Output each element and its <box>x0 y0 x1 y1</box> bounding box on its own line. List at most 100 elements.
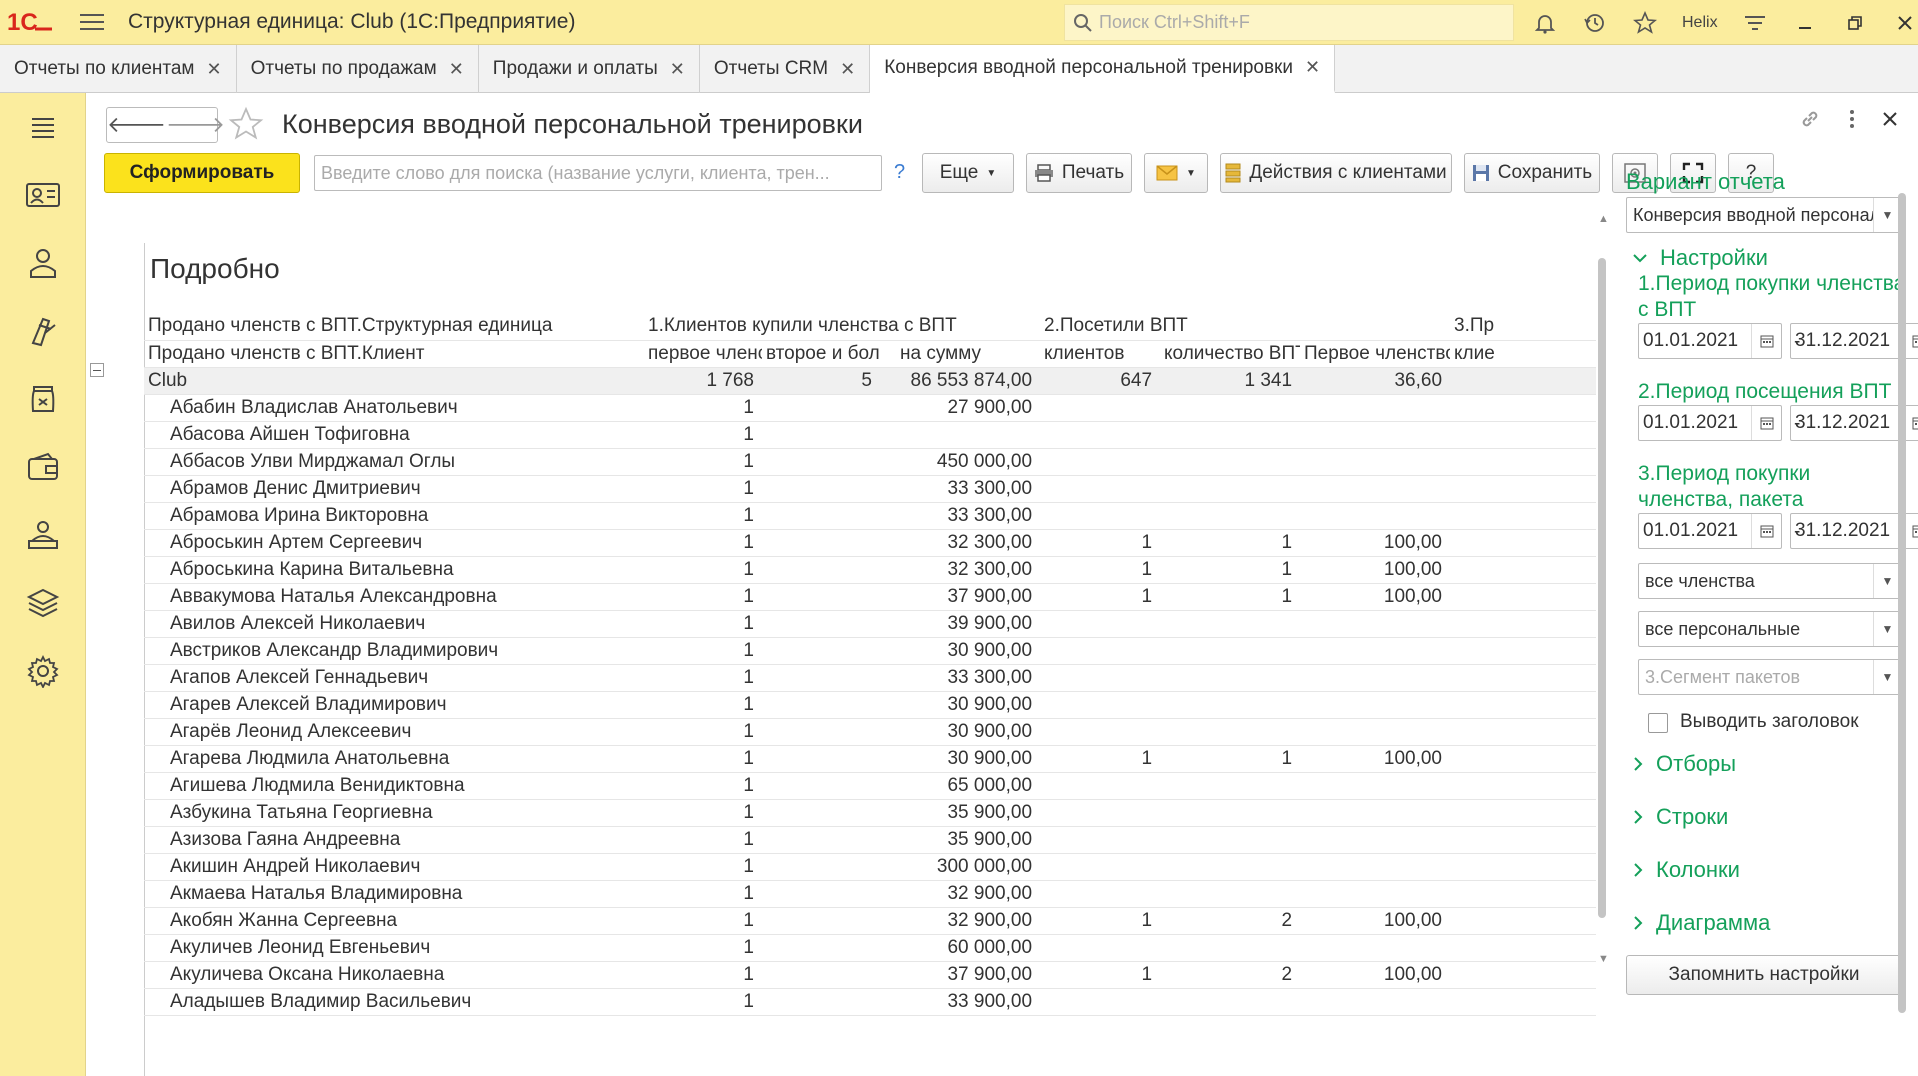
filters-expander[interactable]: Отборы <box>1632 751 1736 777</box>
email-button[interactable]: ▼ <box>1144 153 1208 193</box>
history-icon[interactable] <box>1570 0 1620 45</box>
table-row[interactable]: Азизова Гаяна Андреевна 1 35 900,00 <box>144 826 1596 854</box>
table-row[interactable]: Австриков Александр Владимирович 1 30 900,… <box>144 637 1596 665</box>
period1-from-input[interactable]: 01.01.2021 <box>1638 323 1782 359</box>
global-search-input[interactable]: Поиск Ctrl+Shift+F <box>1064 4 1514 41</box>
sidebar-item-sales[interactable] <box>0 365 86 433</box>
close-icon[interactable]: ✕ <box>207 59 222 80</box>
settings-expander[interactable]: Настройки <box>1632 245 1768 271</box>
generate-report-button[interactable]: Сформировать <box>104 153 300 193</box>
close-icon[interactable]: ✕ <box>840 59 855 80</box>
sidebar-item-staff[interactable] <box>0 229 86 297</box>
period2-from-input[interactable]: 01.01.2021 <box>1638 405 1782 441</box>
scroll-down-icon[interactable]: ▼ <box>1598 953 1609 965</box>
close-window-icon[interactable] <box>1880 0 1918 45</box>
minimize-icon[interactable] <box>1780 0 1830 45</box>
favorites-star-icon[interactable] <box>1620 0 1670 45</box>
restore-icon[interactable] <box>1830 0 1880 45</box>
remember-settings-button[interactable]: Запомнить настройки <box>1626 955 1902 995</box>
panel-scrollbar[interactable] <box>1898 173 1906 1053</box>
columns-expander[interactable]: Колонки <box>1632 857 1740 883</box>
sidebar-item-main-menu[interactable] <box>0 93 86 161</box>
print-button[interactable]: Печать <box>1026 153 1132 193</box>
settings-menu-icon[interactable] <box>1730 0 1780 45</box>
table-row[interactable]: Аброськин Артем Сергеевич 1 32 300,00 1 1 100… <box>144 529 1596 557</box>
table-row[interactable]: Акишин Андрей Николаевич 1 300 000,00 <box>144 853 1596 881</box>
tab-sales-payments[interactable]: Продажи и оплаты ✕ <box>479 45 700 93</box>
close-form-icon[interactable] <box>1882 111 1898 133</box>
sidebar-item-clients[interactable] <box>0 161 86 229</box>
package-segment-select[interactable]: 3.Сегмент пакетов ▼ <box>1638 659 1902 695</box>
table-row[interactable]: Аброськина Карина Витальевна 1 32 300,00 1 1… <box>144 556 1596 584</box>
link-icon[interactable] <box>1798 107 1822 137</box>
main-menu-icon[interactable] <box>80 7 110 37</box>
more-vertical-icon[interactable] <box>1848 108 1856 136</box>
table-row[interactable]: Абрамов Денис Дмитриевич 1 33 300,00 <box>144 475 1596 503</box>
table-row[interactable]: Акмаева Наталья Владимировна 1 32 900,00 <box>144 880 1596 908</box>
close-icon[interactable]: ✕ <box>1305 57 1320 78</box>
rows-expander[interactable]: Строки <box>1632 804 1728 830</box>
personal-select[interactable]: все персональные ▼ <box>1638 611 1902 647</box>
1c-logo-icon[interactable]: 1С <box>0 0 60 45</box>
notifications-bell-icon[interactable] <box>1520 0 1570 45</box>
variant-select[interactable]: Конверсия вводной персональноі ▼ <box>1626 197 1902 233</box>
chevron-down-icon[interactable]: ▼ <box>1873 660 1901 694</box>
sidebar-item-settings[interactable] <box>0 637 86 705</box>
calendar-icon[interactable] <box>1751 514 1781 548</box>
table-row[interactable]: Акуличева Оксана Николаевна 1 37 900,00 1 2 1… <box>144 961 1596 989</box>
table-row[interactable]: Абрамова Ирина Викторовна 1 33 300,00 <box>144 502 1596 530</box>
chevron-down-icon[interactable]: ▼ <box>1873 564 1901 598</box>
sidebar-item-crm[interactable] <box>0 501 86 569</box>
table-row[interactable]: Акобян Жанна Сергеевна 1 32 900,00 1 2 100,00 <box>144 907 1596 935</box>
table-row[interactable]: Аладышев Владимир Васильевич 1 33 900,00 <box>144 988 1596 1016</box>
value-cell: 1 <box>1040 556 1161 584</box>
sidebar-item-reports[interactable] <box>0 569 86 637</box>
client-name-cell: Азбукина Татьяна Георгиевна <box>144 799 644 827</box>
back-arrow-icon[interactable]: 🡐 <box>107 108 166 142</box>
scroll-thumb[interactable] <box>1898 193 1906 1013</box>
report-scrollbar[interactable] <box>1598 228 1606 948</box>
close-icon[interactable]: ✕ <box>449 59 464 80</box>
chevron-down-icon[interactable]: ▼ <box>1873 612 1901 646</box>
search-help-link[interactable]: ? <box>894 161 905 184</box>
table-row[interactable]: Агарева Людмила Анатольевна 1 30 900,00 1 1 1… <box>144 745 1596 773</box>
table-row[interactable]: Агишева Людмила Венидиктовна 1 65 000,00 <box>144 772 1596 800</box>
period3-from-input[interactable]: 01.01.2021 <box>1638 513 1782 549</box>
scroll-thumb[interactable] <box>1598 258 1606 918</box>
table-row[interactable]: Аббасов Улви Мирджамал Оглы 1 450 000,00 <box>144 448 1596 476</box>
sidebar-item-services[interactable] <box>0 297 86 365</box>
value-cell <box>1040 691 1161 719</box>
tab-conversion-report[interactable]: Конверсия вводной персональной тренировк… <box>870 45 1336 93</box>
table-row[interactable]: Агарёв Леонид Алексеевич 1 30 900,00 <box>144 718 1596 746</box>
forward-arrow-icon[interactable]: 🡒 <box>166 108 225 142</box>
scroll-up-icon[interactable]: ▲ <box>1598 213 1609 225</box>
client-actions-button[interactable]: Действия с клиентами <box>1220 153 1452 193</box>
membership-select[interactable]: все членства ▼ <box>1638 563 1902 599</box>
table-row[interactable]: Агарев Алексей Владимирович 1 30 900,00 <box>144 691 1596 719</box>
table-row[interactable]: Авилов Алексей Николаевич 1 39 900,00 <box>144 610 1596 638</box>
close-icon[interactable]: ✕ <box>670 59 685 80</box>
report-search-input[interactable]: Введите слово для поиска (название услуг… <box>314 155 882 191</box>
table-row[interactable]: Акуличев Леонид Евгеньевич 1 60 000,00 <box>144 934 1596 962</box>
table-row[interactable]: Агапов Алексей Геннадьевич 1 33 300,00 <box>144 664 1596 692</box>
sidebar-item-finance[interactable] <box>0 433 86 501</box>
table-row[interactable]: Абабин Владислав Анатольевич 1 27 900,00 <box>144 394 1596 422</box>
tab-sales-reports[interactable]: Отчеты по продажам ✕ <box>237 45 479 93</box>
collapse-group-toggle[interactable] <box>90 363 104 377</box>
favorite-star-icon[interactable] <box>228 106 264 148</box>
calendar-icon[interactable] <box>1751 324 1781 358</box>
more-button[interactable]: Еще ▼ <box>922 153 1014 193</box>
date-value: 01.01.2021 <box>1643 330 1739 351</box>
chevron-down-icon[interactable]: ▼ <box>1873 198 1901 232</box>
group-row[interactable]: Club 1 768 5 86 553 874,00 647 1 341 36,… <box>144 367 1596 395</box>
diagram-expander[interactable]: Диаграмма <box>1632 910 1770 936</box>
calendar-icon[interactable] <box>1751 406 1781 440</box>
tab-client-reports[interactable]: Отчеты по клиентам ✕ <box>0 45 237 93</box>
tab-crm-reports[interactable]: Отчеты CRM ✕ <box>700 45 871 93</box>
table-row[interactable]: Аввакумова Наталья Александровна 1 37 900,… <box>144 583 1596 611</box>
save-button[interactable]: Сохранить <box>1464 153 1600 193</box>
user-name[interactable]: Helix <box>1670 14 1730 32</box>
show-header-checkbox[interactable] <box>1648 713 1668 733</box>
table-row[interactable]: Азбукина Татьяна Георгиевна 1 35 900,00 <box>144 799 1596 827</box>
table-row[interactable]: Абасова Айшен Тофиговна 1 <box>144 421 1596 449</box>
